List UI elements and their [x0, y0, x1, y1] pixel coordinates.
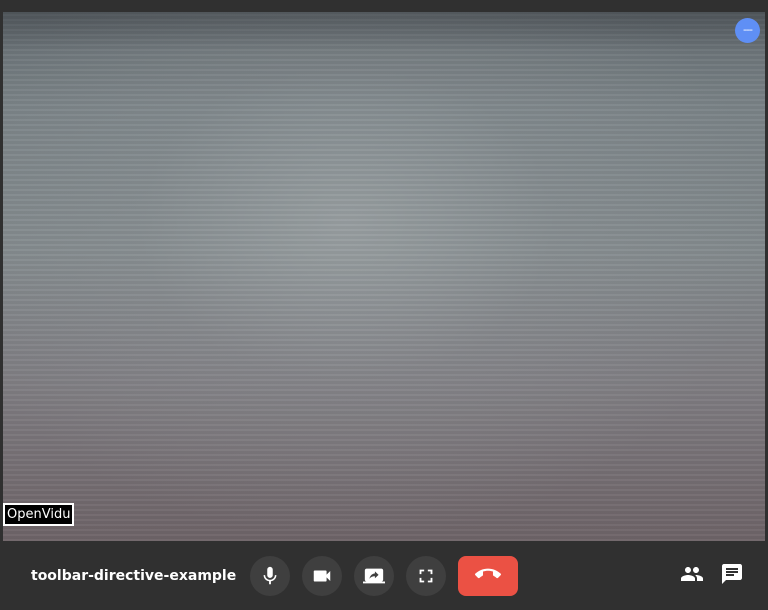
fullscreen-icon	[415, 565, 437, 587]
videocam-icon	[311, 565, 333, 587]
chat-panel-button[interactable]	[719, 563, 745, 589]
call-end-icon	[475, 561, 501, 591]
camera-button[interactable]	[302, 556, 342, 596]
participant-nickname-label: OpenVidu	[3, 503, 75, 526]
microphone-button[interactable]	[250, 556, 290, 596]
screen-share-icon	[363, 565, 385, 587]
session-name: toolbar-directive-example	[31, 568, 237, 584]
screen-share-button[interactable]	[354, 556, 394, 596]
camera-feed	[3, 12, 765, 541]
chat-icon	[720, 562, 744, 590]
mic-icon	[259, 565, 281, 587]
stream-settings-button[interactable]: ---	[735, 18, 760, 43]
people-icon	[680, 562, 704, 590]
fullscreen-button[interactable]	[406, 556, 446, 596]
leave-session-button[interactable]	[458, 556, 518, 596]
video-top-shade	[3, 12, 765, 52]
videoconference-app: --- OpenVidu toolbar-directive-example	[0, 0, 768, 610]
participant-video-stream[interactable]: --- OpenVidu	[3, 12, 765, 541]
participants-panel-button[interactable]	[679, 563, 705, 589]
toolbar: toolbar-directive-example	[0, 541, 768, 610]
